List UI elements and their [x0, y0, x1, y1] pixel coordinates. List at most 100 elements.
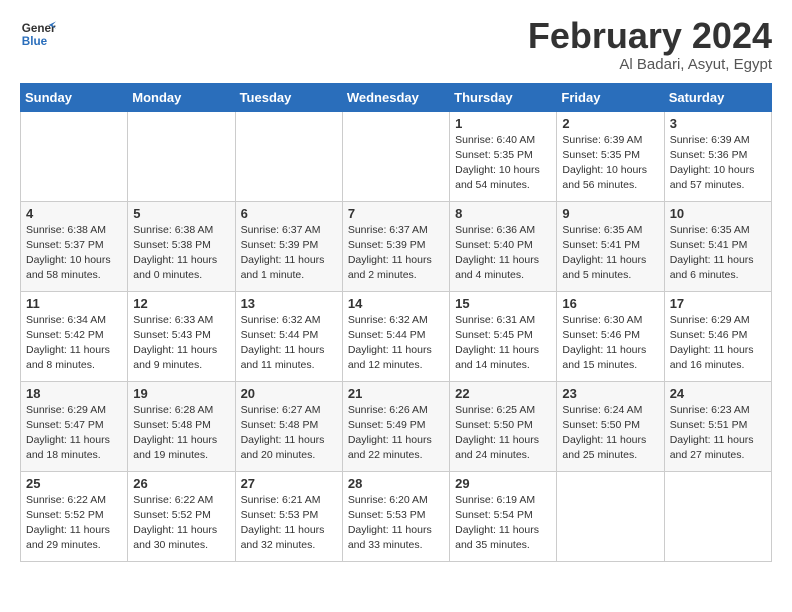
day-info: Sunrise: 6:26 AMSunset: 5:49 PMDaylight:…	[348, 403, 444, 464]
col-wednesday: Wednesday	[342, 83, 449, 111]
day-number: 16	[562, 296, 658, 311]
day-info: Sunrise: 6:27 AMSunset: 5:48 PMDaylight:…	[241, 403, 337, 464]
day-number: 12	[133, 296, 229, 311]
day-info: Sunrise: 6:35 AMSunset: 5:41 PMDaylight:…	[562, 223, 658, 284]
day-info: Sunrise: 6:21 AMSunset: 5:53 PMDaylight:…	[241, 493, 337, 554]
calendar-cell-w3-d3: 21 Sunrise: 6:26 AMSunset: 5:49 PMDayligh…	[342, 381, 449, 471]
calendar-cell-w3-d0: 18 Sunrise: 6:29 AMSunset: 5:47 PMDayligh…	[21, 381, 128, 471]
calendar-week-4: 25 Sunrise: 6:22 AMSunset: 5:52 PMDayligh…	[21, 471, 772, 561]
day-info: Sunrise: 6:23 AMSunset: 5:51 PMDaylight:…	[670, 403, 766, 464]
col-saturday: Saturday	[664, 83, 771, 111]
svg-text:Blue: Blue	[22, 35, 48, 48]
calendar-cell-w3-d4: 22 Sunrise: 6:25 AMSunset: 5:50 PMDayligh…	[450, 381, 557, 471]
day-number: 9	[562, 206, 658, 221]
calendar-cell-w3-d5: 23 Sunrise: 6:24 AMSunset: 5:50 PMDayligh…	[557, 381, 664, 471]
day-number: 21	[348, 386, 444, 401]
calendar-cell-w4-d3: 28 Sunrise: 6:20 AMSunset: 5:53 PMDayligh…	[342, 471, 449, 561]
day-number: 24	[670, 386, 766, 401]
day-info: Sunrise: 6:30 AMSunset: 5:46 PMDaylight:…	[562, 313, 658, 374]
calendar-cell-w1-d6: 10Sunrise: 6:35 AMSunset: 5:41 PMDayligh…	[664, 201, 771, 291]
day-number: 8	[455, 206, 551, 221]
calendar-week-0: 1 Sunrise: 6:40 AMSunset: 5:35 PMDaylight…	[21, 111, 772, 201]
day-number: 28	[348, 476, 444, 491]
day-info: Sunrise: 6:40 AMSunset: 5:35 PMDaylight:…	[455, 133, 551, 194]
day-info: Sunrise: 6:25 AMSunset: 5:50 PMDaylight:…	[455, 403, 551, 464]
day-number: 15	[455, 296, 551, 311]
calendar-cell-w2-d4: 15 Sunrise: 6:31 AMSunset: 5:45 PMDayligh…	[450, 291, 557, 381]
calendar-cell-w4-d4: 29Sunrise: 6:19 AMSunset: 5:54 PMDayligh…	[450, 471, 557, 561]
calendar-cell-w2-d2: 13 Sunrise: 6:32 AMSunset: 5:44 PMDayligh…	[235, 291, 342, 381]
calendar-cell-w1-d1: 5 Sunrise: 6:38 AMSunset: 5:38 PMDaylight…	[128, 201, 235, 291]
day-info: Sunrise: 6:28 AMSunset: 5:48 PMDaylight:…	[133, 403, 229, 464]
day-info: Sunrise: 6:39 AMSunset: 5:36 PMDaylight:…	[670, 133, 766, 194]
title-section: February 2024 Al Badari, Asyut, Egypt	[528, 16, 772, 73]
col-friday: Friday	[557, 83, 664, 111]
day-info: Sunrise: 6:29 AMSunset: 5:47 PMDaylight:…	[26, 403, 122, 464]
calendar-cell-w1-d3: 7Sunrise: 6:37 AMSunset: 5:39 PMDaylight…	[342, 201, 449, 291]
day-number: 4	[26, 206, 122, 221]
subtitle: Al Badari, Asyut, Egypt	[528, 56, 772, 73]
calendar-cell-w1-d2: 6Sunrise: 6:37 AMSunset: 5:39 PMDaylight…	[235, 201, 342, 291]
header-row: Sunday Monday Tuesday Wednesday Thursday…	[21, 83, 772, 111]
logo-icon: General Blue	[20, 16, 56, 52]
day-number: 1	[455, 116, 551, 131]
calendar-cell-w4-d6	[664, 471, 771, 561]
calendar-cell-w0-d6: 3 Sunrise: 6:39 AMSunset: 5:36 PMDaylight…	[664, 111, 771, 201]
calendar-cell-w4-d1: 26Sunrise: 6:22 AMSunset: 5:52 PMDayligh…	[128, 471, 235, 561]
col-tuesday: Tuesday	[235, 83, 342, 111]
day-info: Sunrise: 6:38 AMSunset: 5:37 PMDaylight:…	[26, 223, 122, 284]
calendar-cell-w3-d6: 24 Sunrise: 6:23 AMSunset: 5:51 PMDayligh…	[664, 381, 771, 471]
calendar-cell-w4-d0: 25 Sunrise: 6:22 AMSunset: 5:52 PMDayligh…	[21, 471, 128, 561]
day-info: Sunrise: 6:39 AMSunset: 5:35 PMDaylight:…	[562, 133, 658, 194]
day-number: 19	[133, 386, 229, 401]
day-number: 27	[241, 476, 337, 491]
day-number: 10	[670, 206, 766, 221]
day-info: Sunrise: 6:31 AMSunset: 5:45 PMDaylight:…	[455, 313, 551, 374]
col-monday: Monday	[128, 83, 235, 111]
calendar-cell-w4-d5	[557, 471, 664, 561]
day-number: 3	[670, 116, 766, 131]
calendar-week-2: 11 Sunrise: 6:34 AMSunset: 5:42 PMDayligh…	[21, 291, 772, 381]
day-info: Sunrise: 6:24 AMSunset: 5:50 PMDaylight:…	[562, 403, 658, 464]
day-info: Sunrise: 6:36 AMSunset: 5:40 PMDaylight:…	[455, 223, 551, 284]
calendar-cell-w0-d5: 2 Sunrise: 6:39 AMSunset: 5:35 PMDaylight…	[557, 111, 664, 201]
calendar-cell-w0-d2	[235, 111, 342, 201]
day-number: 17	[670, 296, 766, 311]
day-number: 26	[133, 476, 229, 491]
calendar-cell-w4-d2: 27 Sunrise: 6:21 AMSunset: 5:53 PMDayligh…	[235, 471, 342, 561]
calendar-cell-w3-d1: 19 Sunrise: 6:28 AMSunset: 5:48 PMDayligh…	[128, 381, 235, 471]
day-info: Sunrise: 6:32 AMSunset: 5:44 PMDaylight:…	[241, 313, 337, 374]
day-info: Sunrise: 6:33 AMSunset: 5:43 PMDaylight:…	[133, 313, 229, 374]
day-info: Sunrise: 6:38 AMSunset: 5:38 PMDaylight:…	[133, 223, 229, 284]
calendar-cell-w1-d4: 8 Sunrise: 6:36 AMSunset: 5:40 PMDaylight…	[450, 201, 557, 291]
day-info: Sunrise: 6:22 AMSunset: 5:52 PMDaylight:…	[26, 493, 122, 554]
day-number: 18	[26, 386, 122, 401]
day-number: 23	[562, 386, 658, 401]
calendar-table: Sunday Monday Tuesday Wednesday Thursday…	[20, 83, 772, 562]
day-info: Sunrise: 6:19 AMSunset: 5:54 PMDaylight:…	[455, 493, 551, 554]
day-number: 2	[562, 116, 658, 131]
calendar-body: 1 Sunrise: 6:40 AMSunset: 5:35 PMDaylight…	[21, 111, 772, 561]
calendar-cell-w0-d1	[128, 111, 235, 201]
calendar-cell-w3-d2: 20 Sunrise: 6:27 AMSunset: 5:48 PMDayligh…	[235, 381, 342, 471]
day-number: 5	[133, 206, 229, 221]
day-info: Sunrise: 6:20 AMSunset: 5:53 PMDaylight:…	[348, 493, 444, 554]
calendar-cell-w0-d0	[21, 111, 128, 201]
day-number: 11	[26, 296, 122, 311]
calendar-cell-w2-d1: 12 Sunrise: 6:33 AMSunset: 5:43 PMDayligh…	[128, 291, 235, 381]
day-number: 22	[455, 386, 551, 401]
day-number: 13	[241, 296, 337, 311]
month-title: February 2024	[528, 16, 772, 56]
calendar-cell-w2-d6: 17 Sunrise: 6:29 AMSunset: 5:46 PMDayligh…	[664, 291, 771, 381]
day-info: Sunrise: 6:29 AMSunset: 5:46 PMDaylight:…	[670, 313, 766, 374]
day-info: Sunrise: 6:34 AMSunset: 5:42 PMDaylight:…	[26, 313, 122, 374]
day-number: 20	[241, 386, 337, 401]
day-number: 6	[241, 206, 337, 221]
calendar-cell-w0-d4: 1 Sunrise: 6:40 AMSunset: 5:35 PMDaylight…	[450, 111, 557, 201]
calendar-cell-w2-d5: 16 Sunrise: 6:30 AMSunset: 5:46 PMDayligh…	[557, 291, 664, 381]
col-thursday: Thursday	[450, 83, 557, 111]
day-number: 7	[348, 206, 444, 221]
day-number: 25	[26, 476, 122, 491]
calendar-cell-w2-d0: 11 Sunrise: 6:34 AMSunset: 5:42 PMDayligh…	[21, 291, 128, 381]
day-info: Sunrise: 6:32 AMSunset: 5:44 PMDaylight:…	[348, 313, 444, 374]
